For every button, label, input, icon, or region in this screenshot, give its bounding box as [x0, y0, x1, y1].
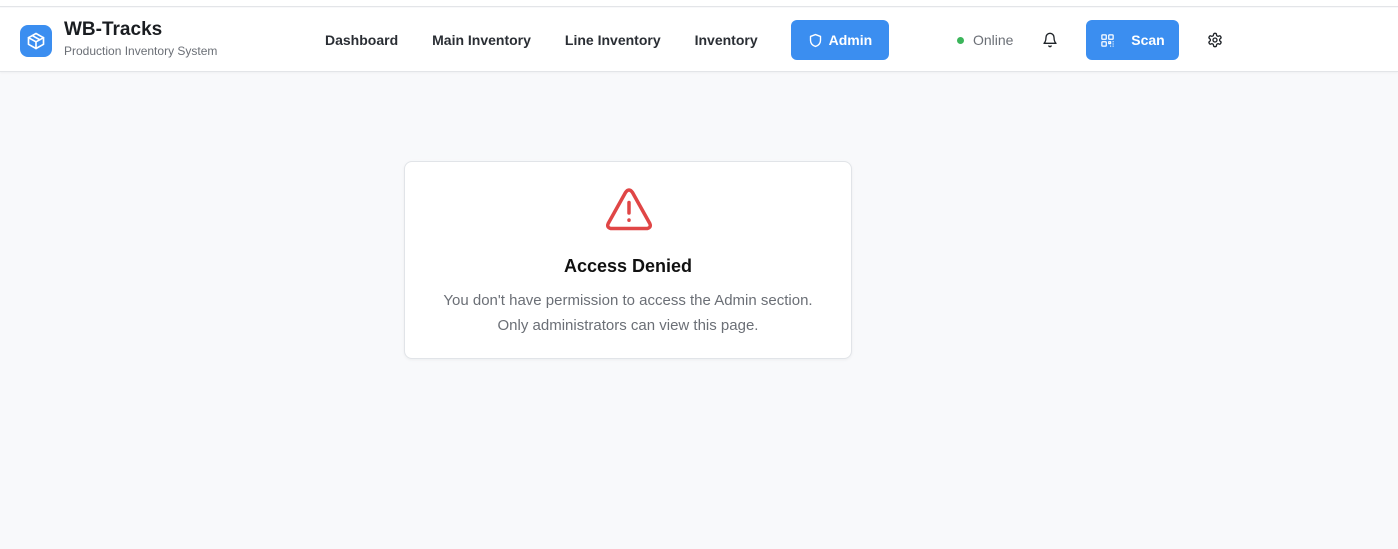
- top-strip: [0, 0, 1398, 7]
- nav-item-inventory[interactable]: Inventory: [678, 20, 775, 60]
- access-denied-line-2: Only administrators can view this page.: [497, 317, 759, 334]
- main-nav: Dashboard Main Inventory Line Inventory …: [308, 20, 890, 60]
- app-header: WB-Tracks Production Inventory System Da…: [0, 8, 1398, 72]
- nav-item-label: Admin: [828, 32, 873, 48]
- qr-code-icon: [1100, 33, 1115, 48]
- app-title: WB-Tracks: [64, 19, 163, 40]
- nav-item-dashboard[interactable]: Dashboard: [308, 20, 415, 60]
- access-denied-card: Access Denied You don't have permission …: [404, 161, 852, 359]
- nav-item-label: Line Inventory: [564, 32, 661, 48]
- nav-item-label: Dashboard: [325, 32, 399, 48]
- nav-item-label: Inventory: [694, 32, 758, 48]
- bell-icon[interactable]: [1040, 30, 1060, 50]
- warning-triangle-icon: [605, 188, 653, 232]
- nav-item-label: Main Inventory: [432, 32, 531, 48]
- brand[interactable]: WB-Tracks Production Inventory System: [20, 20, 218, 58]
- nav-item-admin[interactable]: Admin: [790, 20, 890, 60]
- nav-item-main-inventory[interactable]: Main Inventory: [415, 20, 548, 60]
- nav-item-line-inventory[interactable]: Line Inventory: [548, 20, 678, 60]
- box-icon: [20, 25, 52, 57]
- connection-status: Online: [957, 32, 1013, 48]
- app-subtitle: Production Inventory System: [64, 44, 218, 58]
- access-denied-title: Access Denied: [563, 256, 693, 276]
- scan-button[interactable]: Scan: [1086, 20, 1179, 60]
- access-denied-line-1: You don't have permission to access the …: [443, 292, 813, 309]
- access-denied-message: You don't have permission to access the …: [405, 288, 851, 338]
- status-dot: [957, 36, 964, 44]
- status-label: Online: [973, 32, 1014, 48]
- shield-icon: [808, 33, 823, 48]
- scan-button-label: Scan: [1131, 32, 1165, 48]
- gear-icon[interactable]: [1205, 30, 1225, 50]
